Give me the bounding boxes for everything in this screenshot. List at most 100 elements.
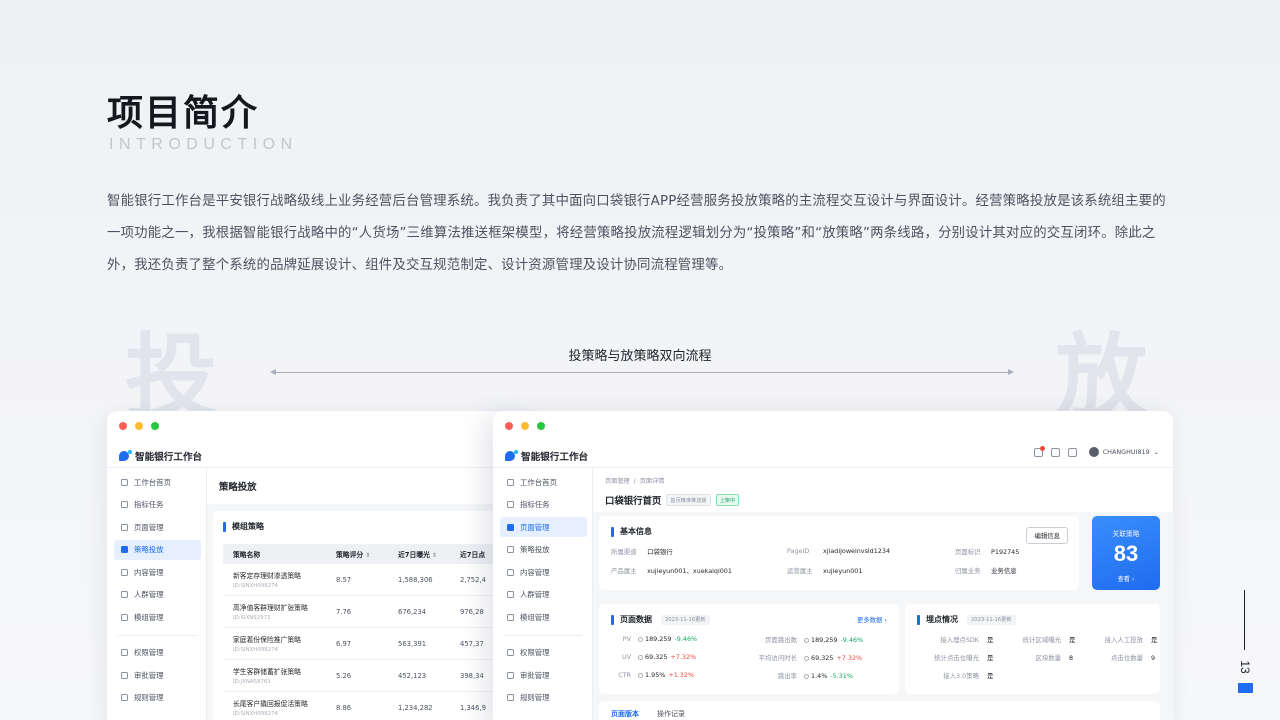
sidebar-item-strategy[interactable]: 策略投放	[114, 539, 201, 560]
bell-icon[interactable]	[1033, 445, 1045, 457]
task-icon	[121, 501, 128, 509]
content-icon	[507, 568, 514, 576]
edit-info-button[interactable]: 编辑信息	[1026, 527, 1068, 544]
rules-icon	[121, 694, 128, 702]
metric-ctr: CTR 1.95% +1.32%	[618, 671, 695, 679]
info-icon[interactable]	[804, 655, 809, 661]
table-row[interactable]: 高净值客群理财扩张策略 ID:SIXNS2973 7.76 676,234 976…	[223, 596, 527, 628]
strategy-main: 策略投放 模组策略 策略名称 策略评分 ⇕ 近7日曝光 ⇕ 近7日点 新客定存理财渗…	[207, 468, 527, 720]
table-row[interactable]: 学生客群储蓄扩张策略 ID:JXNAS8763 5.26 452,123 398,…	[223, 660, 527, 692]
sidebar-item-permissions[interactable]: 权限管理	[500, 643, 587, 663]
metric-uv: UV 69,325 +7.32%	[621, 653, 697, 661]
section-title: 基本信息	[611, 526, 1067, 537]
page-subtitle: INTRODUCTION	[109, 136, 298, 153]
maximize-dot[interactable]	[151, 422, 159, 430]
maximize-dot[interactable]	[537, 422, 545, 430]
page-title: 项目简介	[107, 93, 260, 134]
user-menu[interactable]: CHANGHUI819 ⌄	[1088, 447, 1159, 457]
info-icon[interactable]	[804, 637, 809, 643]
logo-icon	[119, 450, 132, 462]
section-title: 埋点情况 2023-11-16更新	[917, 614, 1148, 625]
app-logo[interactable]: 智能银行工作台	[505, 449, 588, 463]
sidebar-item-audience[interactable]: 人群管理	[500, 585, 587, 605]
field-page-mark: 页面标识 P192745	[955, 548, 1020, 556]
sidebar-item-content[interactable]: 内容管理	[114, 562, 201, 582]
sidebar-item-permissions[interactable]: 权限管理	[114, 643, 201, 663]
tab-page-version[interactable]: 页面版本	[611, 709, 639, 720]
sidebar-item-metrics[interactable]: 指标任务	[500, 495, 587, 515]
sidebar-item-metrics[interactable]: 指标任务	[114, 495, 201, 515]
app-logo[interactable]: 智能银行工作台	[119, 449, 202, 463]
col-score[interactable]: 策略评分 ⇕	[336, 549, 398, 559]
info-icon[interactable]	[638, 636, 643, 642]
breadcrumb-pages[interactable]: 页面管理	[605, 478, 630, 485]
field-product-owner: 产品属主 xujieyun001、xuekaiqi001	[611, 567, 732, 575]
close-dot[interactable]	[119, 422, 127, 430]
pager-marker	[1238, 683, 1253, 693]
content-icon	[121, 568, 128, 576]
power-icon[interactable]	[1067, 447, 1077, 457]
sidebar-item-modules[interactable]: 模组管理	[500, 608, 587, 628]
related-label: 关联策略	[1112, 530, 1140, 538]
sort-icon[interactable]: ⇕	[365, 552, 370, 559]
track-sdk: 接入埋点SDK 是	[940, 636, 994, 644]
table-row[interactable]: 长尾客户撬回报促活策略 ID:SINXH098274 8.86 1,234,282…	[223, 692, 527, 720]
info-icon[interactable]	[638, 672, 643, 678]
table-row[interactable]: 新客定存理财渗透策略 ID:SINXH098274 8.57 1,588,306 …	[223, 564, 527, 596]
metric-avg-duration: 平均访问时长 69,325 +7.32%	[758, 654, 863, 662]
sidebar-item-rules[interactable]: 规则管理	[500, 688, 587, 708]
track-click-exposure: 统计点击位曝光是	[934, 654, 994, 662]
people-icon	[121, 591, 128, 599]
table-row[interactable]: 家庭着份保险推广策略 ID:SINXH098274 6.97 563,391 45…	[223, 628, 527, 660]
app-name: 智能银行工作台	[521, 452, 589, 463]
tracking-card: 埋点情况 2023-11-16更新 接入埋点SDK 是 统计区域曝光是 接入人工投放…	[905, 604, 1160, 694]
window-controls	[119, 422, 159, 430]
sidebar-item-strategy[interactable]: 策略投放	[500, 540, 587, 560]
info-icon[interactable]	[804, 673, 809, 679]
sort-icon[interactable]: ⇕	[432, 552, 437, 559]
track-manual: 接入人工投放是	[1104, 636, 1158, 644]
strategy-icon	[507, 546, 514, 554]
minimize-dot[interactable]	[521, 422, 529, 430]
sidebar-item-rules[interactable]: 规则管理	[114, 688, 201, 708]
more-data-link[interactable]: 更多数据 ›	[857, 615, 887, 624]
strategy-table: 策略名称 策略评分 ⇕ 近7日曝光 ⇕ 近7日点 新客定存理财渗透策略 ID:SINX…	[223, 544, 527, 720]
col-exposure[interactable]: 近7日曝光 ⇕	[398, 549, 460, 559]
sidebar-item-approval[interactable]: 审批管理	[500, 665, 587, 685]
document-icon[interactable]	[1050, 447, 1060, 457]
tab-operation-log[interactable]: 操作记录	[657, 709, 685, 720]
info-icon[interactable]	[638, 654, 643, 660]
strategy-window: 智能银行工作台 工作台首页 指标任务 页面管理 策略投放 内容管理 人群管理 模…	[107, 411, 527, 720]
sidebar: 工作台首页 指标任务 页面管理 策略投放 内容管理 人群管理 模组管理 权限管理…	[107, 468, 207, 720]
field-business: 归属业务 业务信息	[955, 567, 1017, 575]
sidebar-item-pages[interactable]: 页面管理	[114, 517, 201, 537]
related-strategy-card[interactable]: 关联策略 83 查看 ›	[1092, 516, 1160, 590]
table-header: 策略名称 策略评分 ⇕ 近7日曝光 ⇕ 近7日点	[223, 544, 527, 564]
rules-icon	[507, 694, 514, 702]
breadcrumb: 页面管理 / 页面详情	[605, 478, 665, 485]
sidebar-item-modules[interactable]: 模组管理	[114, 608, 201, 628]
page-number: 13	[1238, 660, 1252, 674]
lock-icon	[121, 649, 128, 657]
sidebar-item-audience[interactable]: 人群管理	[114, 585, 201, 605]
sidebar: 工作台首页 指标任务 页面管理 策略投放 内容管理 人群管理 模组管理 权限管理…	[493, 468, 593, 720]
sidebar-item-content[interactable]: 内容管理	[500, 562, 587, 582]
bidirectional-arrow	[270, 369, 1014, 375]
sidebar-item-home[interactable]: 工作台首页	[500, 472, 587, 492]
sidebar-item-pages[interactable]: 页面管理	[500, 517, 587, 538]
strategy-icon	[121, 546, 128, 554]
module-icon	[121, 614, 128, 622]
minimize-dot[interactable]	[135, 422, 143, 430]
strategy-page-title: 策略投放	[207, 468, 527, 504]
update-date: 2023-11-16更新	[967, 614, 1016, 625]
close-dot[interactable]	[505, 422, 513, 430]
section-title: 模组策略	[223, 521, 527, 532]
view-link[interactable]: 查看 ›	[1092, 574, 1160, 583]
sidebar-item-approval[interactable]: 审批管理	[114, 665, 201, 685]
user-name: CHANGHUI819	[1102, 448, 1150, 456]
home-icon	[507, 478, 514, 486]
update-date: 2023-11-16更新	[661, 614, 710, 625]
page-icon	[121, 523, 128, 531]
field-channel: 所属渠道 口袋银行	[611, 548, 673, 556]
sidebar-item-home[interactable]: 工作台首页	[114, 472, 201, 492]
